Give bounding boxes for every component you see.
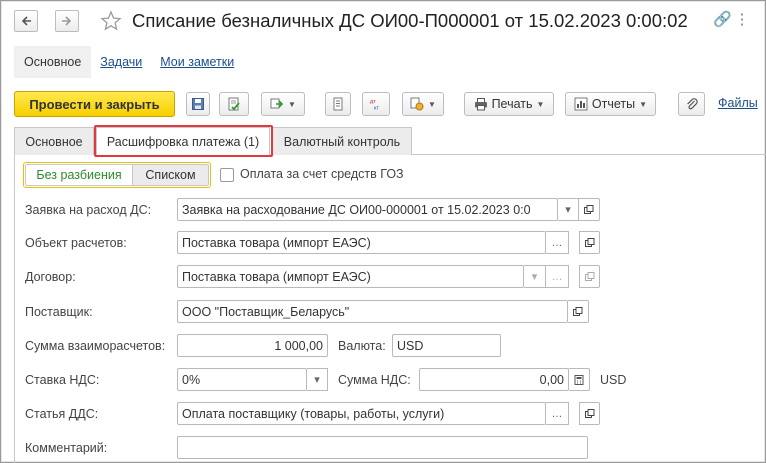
tab-currency-control[interactable]: Валютный контроль	[272, 127, 412, 155]
open-icon	[584, 408, 594, 418]
chevron-down-icon: ▼	[536, 99, 545, 109]
split-mode-switch: Без разбиения Списком	[23, 162, 211, 188]
reports-button[interactable]: Отчеты ▼	[565, 92, 656, 116]
amount-label: Сумма взаиморасчетов:	[25, 339, 166, 353]
goz-label: Оплата за счет средств ГОЗ	[240, 167, 404, 181]
currency-field[interactable]: USD	[392, 334, 501, 357]
arrow-right-icon	[62, 16, 72, 26]
arrow-left-icon	[21, 16, 31, 26]
create-based-on-button[interactable]: ▼	[261, 92, 305, 116]
open-cashflow-button[interactable]	[579, 402, 600, 425]
back-button[interactable]	[14, 10, 38, 32]
comment-label: Комментарий:	[25, 441, 108, 455]
attach-button[interactable]	[678, 92, 705, 116]
choose-cashflow-button[interactable]: …	[546, 402, 569, 425]
cashflow-label: Статья ДДС:	[25, 407, 99, 421]
printer-icon	[474, 98, 487, 111]
document-window: Списание безналичных ДС ОИ00-П000001 от …	[0, 0, 766, 463]
svg-text:кт: кт	[374, 106, 379, 112]
vat-sum-field[interactable]: 0,00	[419, 368, 569, 391]
chevron-down-icon[interactable]: ▾	[307, 368, 328, 391]
open-request-button[interactable]	[579, 198, 600, 221]
contract-label: Договор:	[25, 270, 76, 284]
forward-button[interactable]	[55, 10, 79, 32]
chevron-down-icon: ▼	[428, 99, 436, 109]
document-structure-icon	[410, 97, 424, 111]
chevron-down-icon[interactable]: ▾	[524, 265, 546, 288]
post-document-icon	[228, 97, 240, 111]
dt-kt-button[interactable]: дт кт	[362, 92, 390, 116]
post-button[interactable]	[219, 92, 249, 116]
chevron-down-icon[interactable]: ▾	[558, 198, 579, 221]
nav-tasks[interactable]: Задачи	[91, 55, 151, 69]
mode-list[interactable]: Списком	[133, 164, 209, 186]
favorite-star-icon[interactable]	[99, 9, 123, 33]
payment-breakdown-panel: Без разбиения Списком Оплата за счет сре…	[14, 155, 766, 463]
calculator-button[interactable]	[569, 368, 590, 391]
mode-no-split[interactable]: Без разбиения	[25, 164, 133, 186]
open-supplier-button[interactable]	[568, 300, 589, 323]
section-nav: Основное Задачи Мои заметки	[14, 46, 243, 78]
print-label: Печать	[491, 97, 533, 111]
calculator-icon	[574, 374, 584, 385]
reports-label: Отчеты	[591, 97, 636, 111]
currency-label: Валюта:	[338, 339, 386, 353]
request-label: Заявка на расход ДС:	[25, 203, 152, 217]
choose-object-button[interactable]: …	[546, 231, 569, 254]
vat-rate-label: Ставка НДС:	[25, 373, 100, 387]
open-icon	[573, 306, 583, 316]
chevron-down-icon: ▼	[288, 99, 296, 109]
create-based-on-icon	[270, 98, 284, 109]
amount-field[interactable]: 1 000,00	[177, 334, 328, 357]
tab-main[interactable]: Основное	[14, 127, 94, 155]
choose-contract-button[interactable]: …	[546, 265, 569, 288]
nav-main[interactable]: Основное	[14, 46, 92, 78]
structure-button[interactable]: ▼	[402, 92, 444, 116]
window-title: Списание безналичных ДС ОИ00-П000001 от …	[132, 10, 688, 31]
svg-text:дт: дт	[370, 99, 376, 105]
toolbar: Провести и закрыть ▼ дткт ▼ Печать ▼ От	[14, 91, 766, 117]
paperclip-icon	[686, 98, 698, 110]
post-and-close-button[interactable]: Провести и закрыть	[14, 91, 175, 117]
chevron-down-icon: ▼	[639, 99, 648, 109]
highlight-frame	[94, 125, 273, 157]
request-field[interactable]: Заявка на расходование ДС ОИ00-000001 от…	[177, 198, 558, 221]
vat-sum-label: Сумма НДС:	[338, 373, 411, 387]
nav-notes[interactable]: Мои заметки	[151, 55, 243, 69]
vat-currency-label: USD	[600, 373, 627, 387]
more-icon[interactable]: ⋮	[734, 12, 750, 28]
open-object-button[interactable]	[579, 231, 600, 254]
journal-icon	[333, 97, 343, 111]
goz-checkbox[interactable]	[220, 168, 234, 182]
comment-field[interactable]	[177, 436, 588, 459]
open-icon	[584, 237, 594, 247]
open-icon	[584, 271, 594, 281]
object-label: Объект расчетов:	[25, 236, 127, 250]
object-field[interactable]: Поставка товара (импорт ЕАЭС)	[177, 231, 546, 254]
journal-button[interactable]	[325, 92, 351, 116]
open-icon	[584, 204, 594, 214]
supplier-label: Поставщик:	[25, 305, 93, 319]
save-icon	[192, 98, 204, 110]
open-contract-button[interactable]	[579, 265, 600, 288]
vat-rate-field[interactable]: 0%	[177, 368, 307, 391]
supplier-field[interactable]: ООО "Поставщик_Беларусь"	[177, 300, 568, 323]
files-link[interactable]: Файлы	[718, 96, 758, 110]
save-button[interactable]	[186, 92, 210, 116]
cashflow-field[interactable]: Оплата поставщику (товары, работы, услуг…	[177, 402, 546, 425]
reports-icon	[574, 97, 588, 111]
print-button[interactable]: Печать ▼	[464, 92, 554, 116]
dt-kt-icon: дткт	[370, 99, 379, 112]
contract-field[interactable]: Поставка товара (импорт ЕАЭС)	[177, 265, 524, 288]
link-icon[interactable]: 🔗	[713, 12, 732, 28]
